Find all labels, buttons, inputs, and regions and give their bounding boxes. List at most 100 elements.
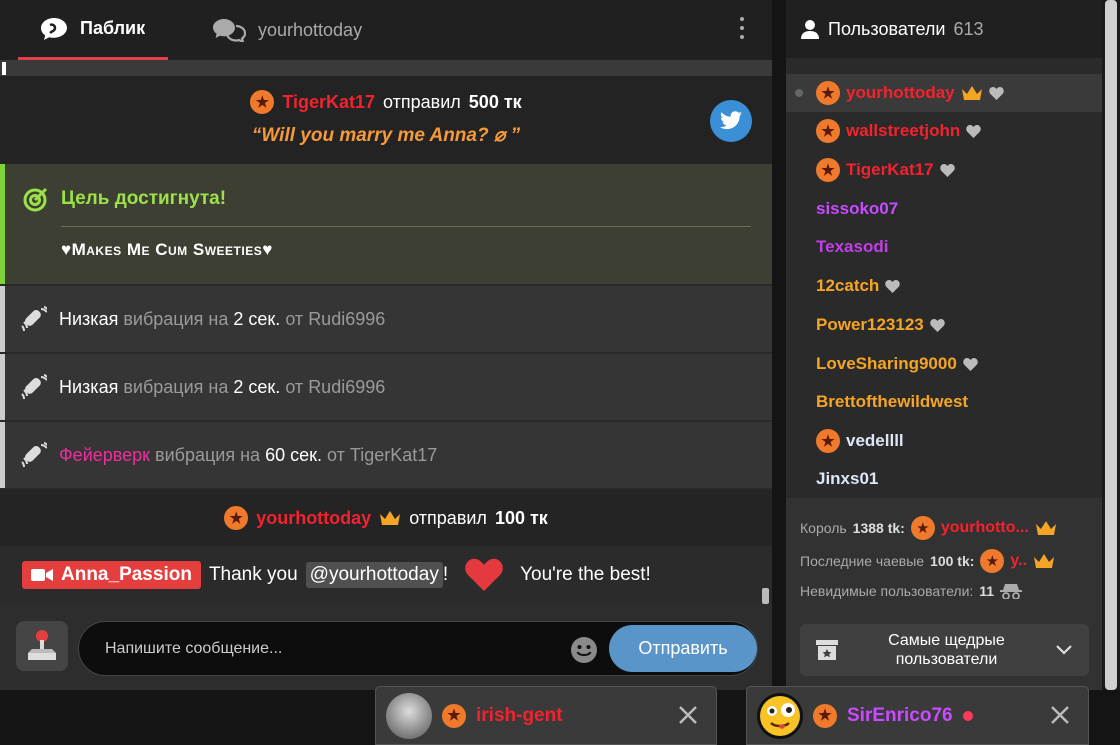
user-icon [801,20,819,39]
users-footer: Король 1388 tk: yourhotto... Последние ч… [786,498,1102,690]
fan-star-icon [816,81,840,105]
mention[interactable]: @yourhottoday [305,562,443,588]
last-tip-info: Последние чаевые 100 tk: y.. [800,549,1055,573]
user-row[interactable]: LoveSharing9000 [786,345,1102,383]
host-name: Anna_Passion [61,564,192,585]
vibration-message: Фейерверк вибрация на 60 сек. от TigerKa… [0,422,772,488]
top-tippers-dropdown[interactable]: Самые щедрые пользователи [800,624,1089,676]
goal-divider [61,226,751,227]
close-icon[interactable] [676,703,700,727]
chat-panel: Паблик yourhottoday TigerKat17 отправил … [0,0,772,690]
last-tip-user[interactable]: y.. [1010,552,1027,570]
user-row[interactable]: sissoko07 [786,190,1102,228]
user-row[interactable]: Jinxs01 [786,460,1102,498]
user-row[interactable]: TigerKat17 [786,151,1102,189]
send-button[interactable]: Отправить [609,625,757,672]
tip-message-2: yourhottoday отправил 100 тк [0,490,772,546]
fan-star-icon [442,703,466,728]
vib-level: Фейерверк [59,444,151,465]
message-input[interactable] [105,636,545,662]
popup-user: SirEnrico76 [847,704,953,726]
camera-icon [31,569,53,581]
user-row[interactable]: Power123123 [786,306,1102,344]
chat-tabs: Паблик yourhottoday [0,0,772,60]
heart-icon [885,279,901,293]
tip-verb: отправил [409,507,487,528]
online-dot [962,710,973,721]
tip-user[interactable]: TigerKat17 [282,92,375,113]
page-scrollbar[interactable] [1102,0,1120,690]
goal-text: ♥Makes Me Cum Sweeties♥ [61,240,273,259]
fan-star-icon [250,90,275,114]
heart-icon [966,124,982,138]
heart-icon [930,318,945,332]
user-row[interactable]: 12catch [786,267,1102,305]
vibration-wave-icon [21,442,47,468]
tip-message: TigerKat17 отправил 500 тк “Will you mar… [0,76,772,164]
avatar [386,692,432,739]
user-row[interactable]: wallstreetjohn [786,112,1102,150]
vib-user[interactable]: TigerKat17 [350,445,437,465]
tab-private-chat[interactable]: yourhottoday [190,0,390,60]
fan-star-icon [813,703,837,728]
vib-duration: 2 сек. [233,308,281,329]
vibration-message: Низкая вибрация на 2 сек. от Rudi6996 [0,286,772,352]
user-row[interactable]: vedellll [786,422,1102,460]
user-name: yourhottoday [846,83,955,102]
joystick-button[interactable] [16,621,68,671]
host-text-post: You're the best! [520,564,651,585]
user-row[interactable]: Brettofthewildwest [786,383,1102,421]
host-message: Anna_Passion Thank you @yourhottoday! Yo… [0,546,772,604]
joystick-icon [28,630,56,660]
user-row[interactable]: yourhottoday [786,74,1102,112]
twitter-icon[interactable] [710,100,752,142]
users-title: Пользователи [828,18,946,39]
users-panel: Пользователи 613 yourhottoday wallstreet… [786,0,1102,690]
emoji-icon[interactable] [570,636,598,664]
tab-public[interactable]: Паблик [18,0,168,60]
more-options-icon[interactable] [732,14,752,42]
popup-user: irish-gent [476,704,563,726]
trophy-icon [816,640,838,660]
close-icon[interactable] [1048,703,1072,727]
user-name: sissoko07 [816,199,899,218]
vibration-wave-icon [21,306,47,332]
chat-scrollbar[interactable] [762,588,769,604]
private-chat-popup[interactable]: irish-gent [375,686,717,745]
fan-star-icon [816,429,840,453]
crown-icon [1034,554,1055,568]
page-scrollbar-thumb[interactable] [1105,0,1117,690]
vib-user[interactable]: Rudi6996 [308,377,385,397]
chat-bubbles-icon [213,19,246,42]
tip-user[interactable]: yourhottoday [256,508,371,529]
crown-icon [961,86,982,100]
user-name: Texasodi [816,237,889,256]
app-root: Паблик yourhottoday TigerKat17 отправил … [0,0,1120,745]
users-count: 613 [953,18,984,39]
host-badge[interactable]: Anna_Passion [22,561,201,589]
king-info: Король 1388 tk: yourhotto... [800,516,1057,540]
vib-user[interactable]: Rudi6996 [308,309,385,329]
vib-level: Низкая [59,308,119,329]
message-input-wrapper: Отправить [78,621,758,676]
fan-star-icon [910,516,935,540]
heart-icon [963,357,978,371]
vib-duration: 2 сек. [233,376,281,397]
chat-bubble-icon [41,17,67,40]
king-user[interactable]: yourhotto... [941,519,1029,537]
tab-private-label: yourhottoday [258,19,363,40]
private-chat-popup[interactable]: SirEnrico76 [746,686,1089,745]
vib-duration: 60 сек. [265,444,322,465]
user-name: 12catch [816,276,880,295]
heart-icon [939,163,955,177]
host-text-pre: Thank you [208,564,298,585]
user-name: Jinxs01 [816,469,879,488]
fan-star-icon [980,549,1005,573]
user-name: TigerKat17 [846,160,934,179]
user-row[interactable]: Texasodi [786,228,1102,266]
crown-icon [380,511,401,525]
goal-reached-message: Цель достигнута! ♥Makes Me Cum Sweeties♥ [0,164,772,284]
chat-top-strip [0,60,772,76]
user-name: Power123123 [816,315,924,334]
user-name: LoveSharing9000 [816,354,957,373]
